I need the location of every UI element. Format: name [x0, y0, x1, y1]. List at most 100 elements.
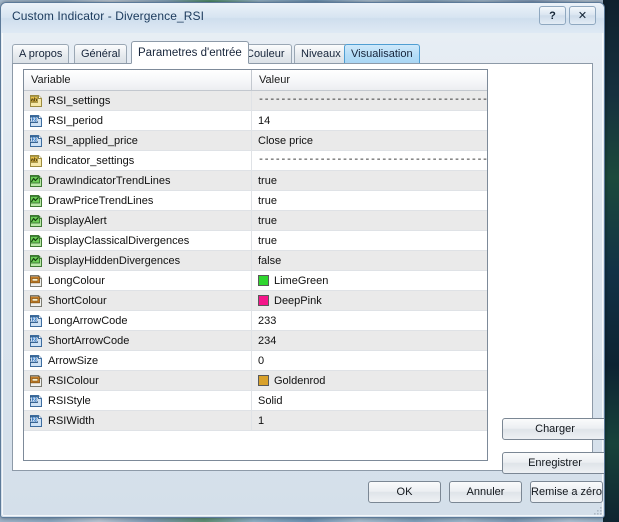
load-button[interactable]: Charger	[502, 418, 605, 440]
parameters-table[interactable]: Variable Valeur abRSI_settings----------…	[23, 69, 488, 461]
table-row[interactable]: abRSI_settings--------------------------…	[24, 91, 487, 111]
cell-value[interactable]: 0	[252, 351, 487, 370]
value-text: 233	[258, 315, 276, 327]
table-row[interactable]: DisplayAlert true	[24, 211, 487, 231]
window-title: Custom Indicator - Divergence_RSI	[12, 9, 204, 23]
table-row[interactable]: 123ArrowSize0	[24, 351, 487, 371]
column-header-valeur[interactable]: Valeur	[252, 70, 487, 90]
tab-a-propos[interactable]: A propos	[12, 44, 69, 63]
value-text: DeepPink	[274, 295, 322, 307]
cell-variable: 123 RSI_applied_price	[24, 131, 252, 150]
table-row[interactable]: DisplayClassicalDivergencestrue	[24, 231, 487, 251]
cell-variable: ShortColour	[24, 291, 252, 310]
cell-value[interactable]: Goldenrod	[252, 371, 487, 390]
value-text: Close price	[258, 135, 313, 147]
table-row[interactable]: abIndicator_settings --------------------…	[24, 151, 487, 171]
table-row[interactable]: DrawPriceTrendLines true	[24, 191, 487, 211]
cell-variable: DrawPriceTrendLines	[24, 191, 252, 210]
cell-value[interactable]: true	[252, 211, 487, 230]
variable-name: DrawPriceTrendLines	[48, 195, 153, 207]
number-param-icon: 123	[29, 394, 43, 408]
cell-value[interactable]: false	[252, 251, 487, 270]
title-bar[interactable]: Custom Indicator - Divergence_RSI ? ✕	[1, 3, 604, 33]
cell-value[interactable]: true	[252, 171, 487, 190]
cell-value[interactable]: true	[252, 231, 487, 250]
colour-param-icon	[29, 274, 43, 288]
number-param-icon: 123	[29, 334, 43, 348]
colour-param-icon	[29, 294, 43, 308]
value-text: 234	[258, 335, 276, 347]
cancel-button[interactable]: Annuler	[449, 481, 522, 503]
cell-variable: abIndicator_settings	[24, 151, 252, 170]
svg-text:123: 123	[30, 337, 39, 343]
variable-name: DrawIndicatorTrendLines	[48, 175, 170, 187]
table-row[interactable]: 123RSIStyleSolid	[24, 391, 487, 411]
cell-value[interactable]: Close price	[252, 131, 487, 150]
value-text: ----------------------------------------…	[258, 155, 487, 166]
boolean-param-icon	[29, 234, 43, 248]
cell-value[interactable]: 1	[252, 411, 487, 430]
tab-parametres-d-entree[interactable]: Parametres d'entrée	[131, 41, 249, 64]
variable-name: RSIWidth	[48, 415, 94, 427]
table-row[interactable]: 123 RSI_applied_price Close price	[24, 131, 487, 151]
variable-name: DisplayAlert	[48, 215, 107, 227]
save-button[interactable]: Enregistrer	[502, 452, 605, 474]
cell-variable: 123 RSIWidth	[24, 411, 252, 430]
number-param-icon: 123	[29, 414, 43, 428]
table-row[interactable]: 123 RSIWidth 1	[24, 411, 487, 431]
cell-variable: DisplayHiddenDivergences	[24, 251, 252, 270]
help-icon[interactable]: ?	[539, 6, 566, 25]
variable-name: LongColour	[48, 275, 105, 287]
cell-value[interactable]: true	[252, 191, 487, 210]
cell-value[interactable]: ----------------------------------------…	[252, 91, 487, 110]
tab-page-parametres-d-entree: Variable Valeur abRSI_settings----------…	[12, 63, 593, 471]
variable-name: ShortArrowCode	[48, 335, 129, 347]
table-row[interactable]: ShortColour DeepPink	[24, 291, 487, 311]
ok-button[interactable]: OK	[368, 481, 441, 503]
boolean-param-icon	[29, 174, 43, 188]
table-row[interactable]: 123LongArrowCode233	[24, 311, 487, 331]
value-text: true	[258, 215, 277, 227]
tab-visualisation[interactable]: Visualisation	[344, 44, 420, 63]
table-body: abRSI_settings--------------------------…	[24, 91, 487, 431]
column-header-variable[interactable]: Variable	[24, 70, 252, 90]
svg-text:123: 123	[30, 137, 39, 143]
value-text: LimeGreen	[274, 275, 328, 287]
colour-swatch	[258, 375, 269, 386]
boolean-param-icon	[29, 254, 43, 268]
cell-value[interactable]: ----------------------------------------…	[252, 151, 487, 170]
table-row[interactable]: LongColour LimeGreen	[24, 271, 487, 291]
number-param-icon: 123	[29, 354, 43, 368]
svg-text:123: 123	[30, 417, 39, 423]
number-param-icon: 123	[29, 114, 43, 128]
reset-button[interactable]: Remise a zéro	[530, 481, 603, 503]
svg-text:123: 123	[30, 317, 39, 323]
text-param-icon: ab	[29, 154, 43, 168]
svg-text:123: 123	[30, 357, 39, 363]
resize-grip-icon[interactable]	[593, 506, 603, 516]
table-row[interactable]: DisplayHiddenDivergencesfalse	[24, 251, 487, 271]
tab-niveaux[interactable]: Niveaux	[294, 44, 348, 63]
value-text: true	[258, 175, 277, 187]
tab-general[interactable]: Général	[74, 44, 127, 63]
value-text: true	[258, 195, 277, 207]
table-row[interactable]: 123RSI_period14	[24, 111, 487, 131]
cell-value[interactable]: 233	[252, 311, 487, 330]
cell-value[interactable]: DeepPink	[252, 291, 487, 310]
value-text: true	[258, 235, 277, 247]
number-param-icon: 123	[29, 134, 43, 148]
cell-value[interactable]: 234	[252, 331, 487, 350]
table-row[interactable]: DrawIndicatorTrendLines true	[24, 171, 487, 191]
variable-name: RSI_applied_price	[48, 135, 138, 147]
cell-variable: 123RSI_period	[24, 111, 252, 130]
table-row[interactable]: RSIColourGoldenrod	[24, 371, 487, 391]
cell-value[interactable]: LimeGreen	[252, 271, 487, 290]
table-row[interactable]: 123 ShortArrowCode 234	[24, 331, 487, 351]
cell-variable: abRSI_settings	[24, 91, 252, 110]
cell-variable: 123RSIStyle	[24, 391, 252, 410]
cell-variable: LongColour	[24, 271, 252, 290]
cell-value[interactable]: 14	[252, 111, 487, 130]
cell-value[interactable]: Solid	[252, 391, 487, 410]
close-icon[interactable]: ✕	[569, 6, 596, 25]
desktop-right-panel	[603, 0, 619, 522]
